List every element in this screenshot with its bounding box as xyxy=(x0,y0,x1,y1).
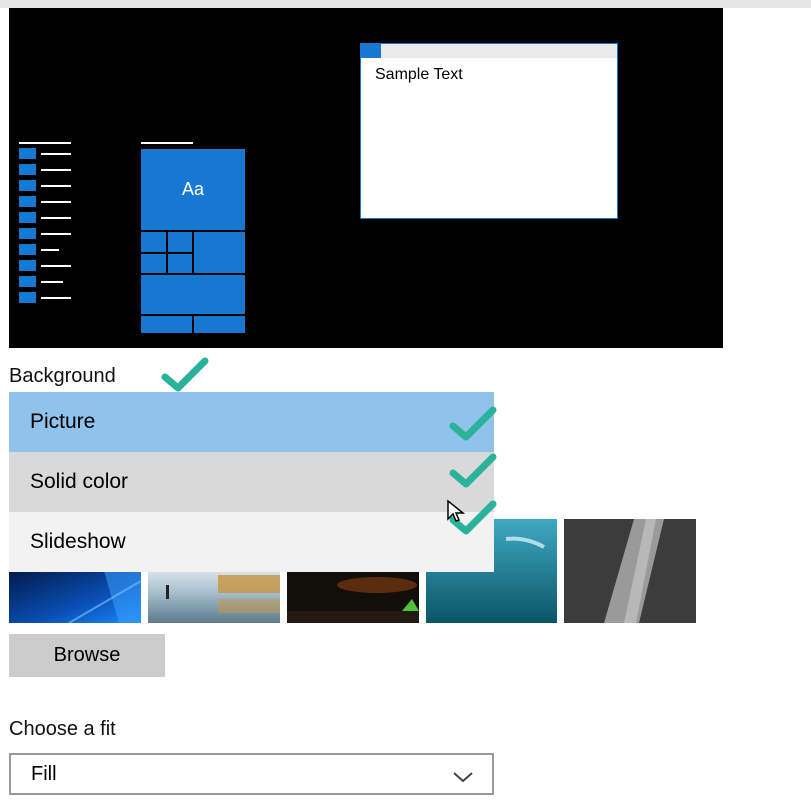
small-tile xyxy=(141,316,192,333)
sample-window: Sample Text xyxy=(360,43,618,219)
cursor-icon xyxy=(446,499,466,530)
fit-select[interactable]: Fill xyxy=(9,753,494,795)
start-list-row xyxy=(19,148,71,159)
desktop-preview: Aa Sample Text xyxy=(9,8,723,348)
start-list-header-line xyxy=(19,142,71,144)
start-list-row xyxy=(19,212,71,223)
start-list-row xyxy=(19,228,71,239)
start-list-row xyxy=(19,292,71,303)
fit-select-value: Fill xyxy=(31,762,57,785)
large-tile: Aa xyxy=(141,149,245,230)
option-picture[interactable]: Picture xyxy=(9,392,494,452)
start-list-row xyxy=(19,164,71,175)
checkmark-icon xyxy=(448,451,498,496)
option-solid-color[interactable]: Solid color xyxy=(9,452,494,512)
tiles-header-line xyxy=(141,142,193,144)
background-label: Background xyxy=(9,365,116,387)
wallpaper-thumbnail-night-tent[interactable] xyxy=(287,571,419,623)
start-list-row xyxy=(19,244,71,255)
top-bar xyxy=(0,0,811,8)
start-list-row xyxy=(19,260,71,271)
start-list-row xyxy=(19,180,71,191)
wallpaper-thumbnail-windows[interactable] xyxy=(9,571,141,623)
small-tile xyxy=(168,254,192,273)
wallpaper-thumbnail-rock[interactable] xyxy=(564,519,696,623)
wide-tile xyxy=(141,275,245,314)
wallpaper-thumbnail-beach[interactable] xyxy=(148,571,280,623)
checkmark-icon xyxy=(160,355,210,400)
tile-label: Aa xyxy=(181,179,205,199)
start-list-preview xyxy=(19,142,71,308)
sample-text: Sample Text xyxy=(375,66,463,83)
start-list-row xyxy=(19,276,71,287)
option-slideshow[interactable]: Slideshow xyxy=(9,512,494,572)
start-list-row xyxy=(19,196,71,207)
small-tile xyxy=(141,254,166,273)
browse-button[interactable]: Browse xyxy=(9,634,165,677)
small-tile xyxy=(194,316,245,333)
choose-fit-label: Choose a fit xyxy=(9,718,116,740)
background-dropdown-menu[interactable]: Picture Solid color Slideshow xyxy=(9,392,494,572)
start-tiles-preview: Aa xyxy=(141,149,245,333)
small-tile xyxy=(168,232,192,252)
checkmark-icon xyxy=(448,404,498,449)
small-tile xyxy=(141,232,166,252)
sample-window-titlebar xyxy=(361,44,617,58)
chevron-down-icon xyxy=(452,767,474,790)
medium-tile xyxy=(194,232,245,273)
